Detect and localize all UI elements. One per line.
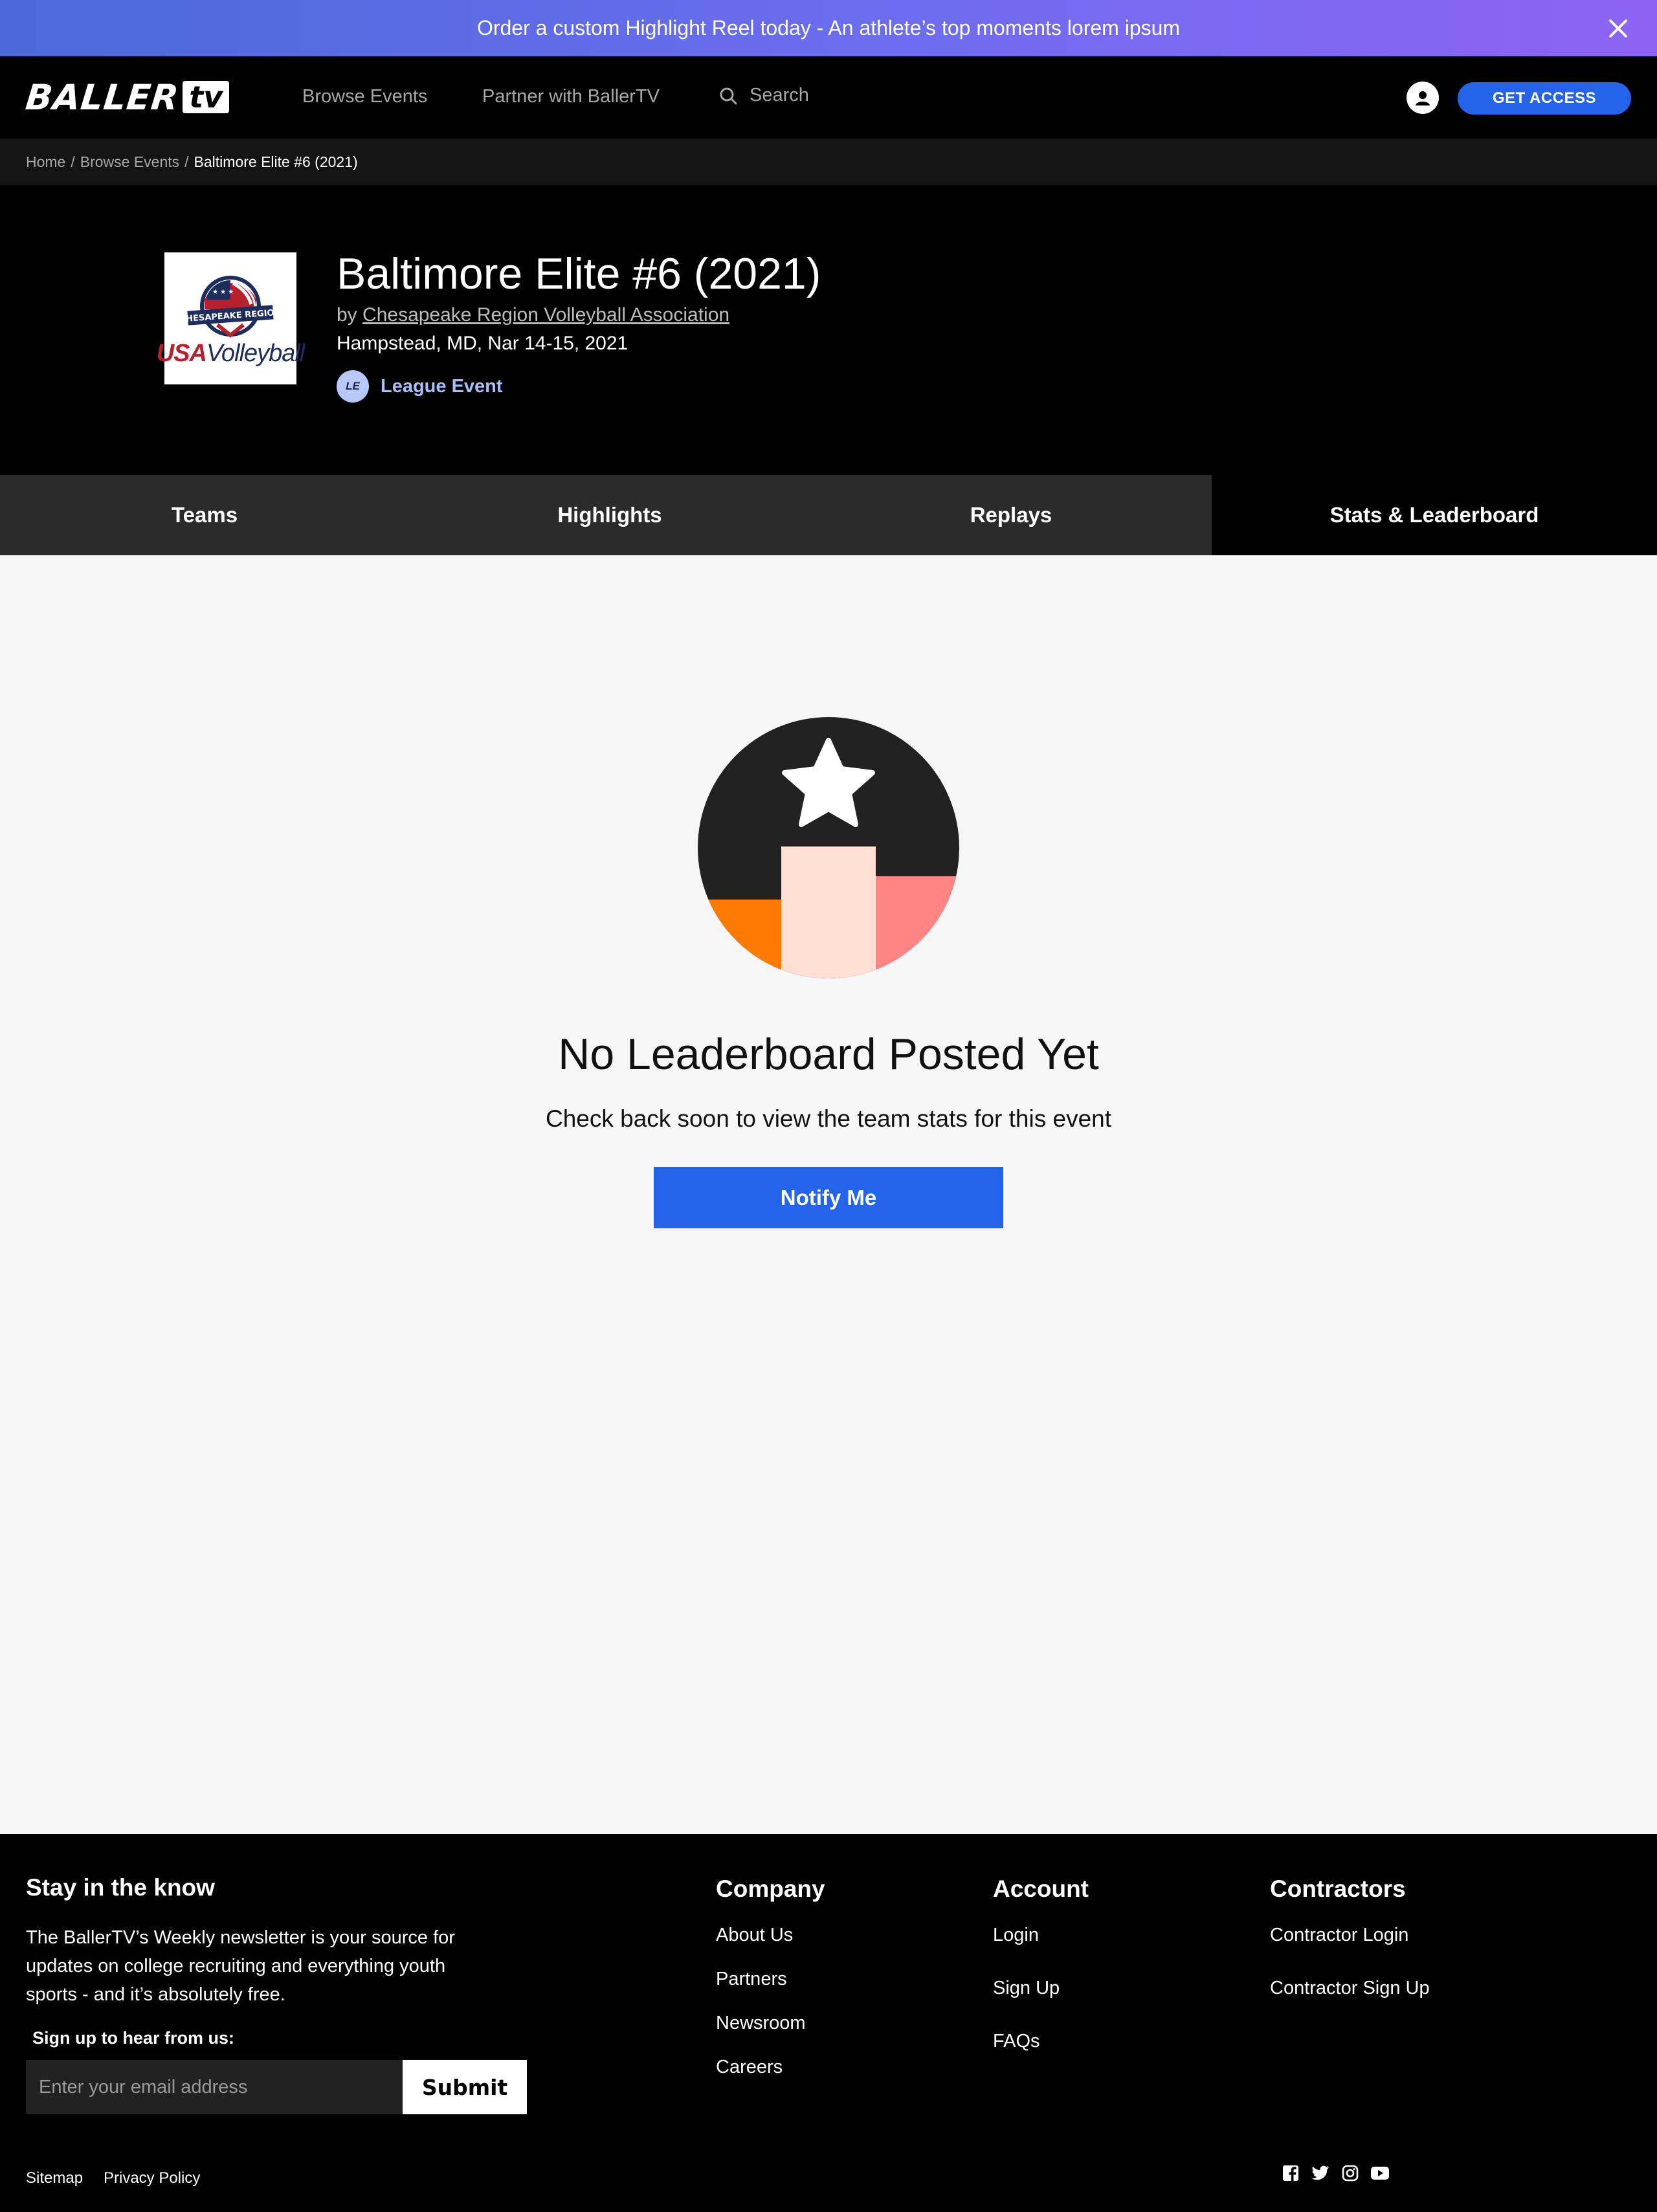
newsletter-submit-button[interactable]: Submit xyxy=(403,2060,527,2114)
newsletter-heading: Stay in the know xyxy=(26,1874,215,1901)
event-organizer-line: by Chesapeake Region Volleyball Associat… xyxy=(337,304,729,326)
notify-me-button[interactable]: Notify Me xyxy=(654,1167,1003,1228)
top-navigation: BALLER tv Browse Events Partner with Bal… xyxy=(0,56,1657,138)
tab-teams[interactable]: Teams xyxy=(0,475,409,555)
footer-link-newsroom[interactable]: Newsroom xyxy=(716,2013,806,2034)
footer-link-contractor-login[interactable]: Contractor Login xyxy=(1270,1925,1408,1946)
footer-account-heading: Account xyxy=(993,1875,1089,1902)
footer-link-careers[interactable]: Careers xyxy=(716,2057,783,2078)
breadcrumb-separator: / xyxy=(184,153,189,170)
logo-usa-text: USA xyxy=(156,340,207,367)
tab-replays[interactable]: Replays xyxy=(810,475,1212,555)
event-organizer-logo: ★ ★ ★ CHESAPEAKE REGION USAVolleyball xyxy=(157,252,305,384)
ballertv-logo[interactable]: BALLER tv xyxy=(23,76,230,118)
tab-highlights[interactable]: Highlights xyxy=(409,475,810,555)
leaderboard-podium-star-icon xyxy=(698,717,959,979)
league-event-label: League Event xyxy=(381,375,503,397)
promo-text[interactable]: Order a custom Highlight Reel today - An… xyxy=(477,16,1180,40)
user-account-icon[interactable] xyxy=(1407,82,1439,114)
event-tabs: Teams Highlights Replays Stats & Leaderb… xyxy=(0,475,1657,555)
breadcrumb: Home / Browse Events / Baltimore Elite #… xyxy=(0,138,1657,185)
nav-browse-events-link[interactable]: Browse Events xyxy=(302,86,427,107)
logo-main-text: BALLER xyxy=(23,76,181,118)
twitter-icon[interactable] xyxy=(1311,2164,1329,2182)
logo-suffix-text: tv xyxy=(183,81,230,113)
newsletter-email-input[interactable] xyxy=(26,2060,403,2114)
usa-volleyball-logo-icon: ★ ★ ★ CHESAPEAKE REGION xyxy=(179,276,282,338)
close-icon[interactable] xyxy=(1605,16,1631,41)
footer: Stay in the know The BallerTV’s Weekly n… xyxy=(0,1834,1657,2212)
footer-link-faqs[interactable]: FAQs xyxy=(993,2031,1040,2052)
get-access-button[interactable]: GET ACCESS xyxy=(1458,82,1631,115)
breadcrumb-browse-events[interactable]: Browse Events xyxy=(80,153,179,171)
breadcrumb-home[interactable]: Home xyxy=(26,153,65,171)
empty-state-title: No Leaderboard Posted Yet xyxy=(558,1030,1099,1079)
footer-link-contractor-sign-up[interactable]: Contractor Sign Up xyxy=(1270,1978,1430,1999)
league-event-tag: LE League Event xyxy=(337,370,503,403)
newsletter-description: The BallerTV’s Weekly newsletter is your… xyxy=(26,1927,455,2005)
event-header: ★ ★ ★ CHESAPEAKE REGION USAVolleyball Ba… xyxy=(0,185,1657,475)
logo-volleyball-text: Volleyball xyxy=(206,340,305,367)
instagram-icon[interactable] xyxy=(1341,2164,1359,2182)
footer-link-privacy-policy[interactable]: Privacy Policy xyxy=(104,2169,200,2187)
youtube-icon[interactable] xyxy=(1371,2164,1389,2182)
footer-contractors-heading: Contractors xyxy=(1270,1875,1406,1902)
nav-partner-link[interactable]: Partner with BallerTV xyxy=(482,86,660,107)
search-icon xyxy=(720,87,737,104)
event-title: Baltimore Elite #6 (2021) xyxy=(337,249,821,298)
event-organizer-link[interactable]: Chesapeake Region Volleyball Association xyxy=(362,304,729,326)
promo-banner[interactable]: Order a custom Highlight Reel today - An… xyxy=(0,0,1657,56)
breadcrumb-separator: / xyxy=(71,153,75,170)
search-label: Search xyxy=(750,85,809,105)
league-event-badge: LE xyxy=(337,370,369,403)
newsletter-signup-label: Sign up to hear from us: xyxy=(32,2028,235,2048)
tab-stats-leaderboard[interactable]: Stats & Leaderboard xyxy=(1212,475,1657,555)
event-location-date: Hampstead, MD, Nar 14-15, 2021 xyxy=(337,333,628,354)
footer-link-sitemap[interactable]: Sitemap xyxy=(26,2169,83,2187)
footer-link-about-us[interactable]: About Us xyxy=(716,1925,793,1946)
user-icon xyxy=(1416,91,1430,105)
facebook-icon[interactable] xyxy=(1282,2164,1300,2182)
logo-wordmark: USAVolleyball xyxy=(156,340,305,367)
svg-text:★ ★ ★: ★ ★ ★ xyxy=(212,289,234,296)
empty-state-subtitle: Check back soon to view the team stats f… xyxy=(545,1105,1112,1132)
footer-link-partners[interactable]: Partners xyxy=(716,1969,787,1990)
footer-company-heading: Company xyxy=(716,1875,825,1902)
footer-link-sign-up[interactable]: Sign Up xyxy=(993,1978,1060,1999)
nav-search-button[interactable]: Search xyxy=(718,85,809,106)
footer-link-login[interactable]: Login xyxy=(993,1925,1039,1946)
breadcrumb-current: Baltimore Elite #6 (2021) xyxy=(194,153,358,170)
event-by-prefix: by xyxy=(337,304,357,326)
